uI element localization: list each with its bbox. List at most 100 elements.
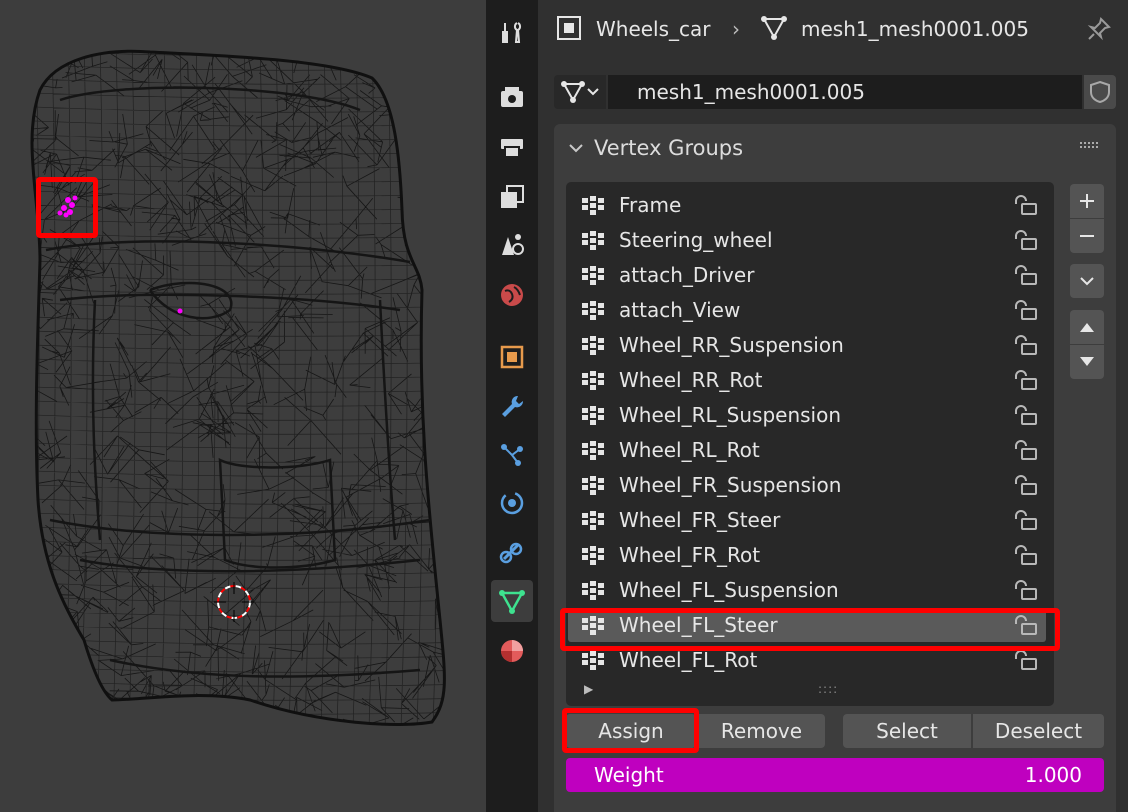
vertex-group-label: Wheel_FL_Steer — [619, 613, 778, 637]
specials-menu-button[interactable] — [1070, 264, 1104, 298]
vertex-group-icon — [582, 406, 604, 425]
vertex-group-label: attach_Driver — [619, 263, 755, 287]
vertex-group-label: Wheel_FR_Steer — [619, 508, 781, 532]
deselect-button[interactable]: Deselect — [973, 714, 1104, 748]
properties-tab-bar — [486, 0, 538, 812]
world-icon — [501, 284, 523, 306]
vertex-group-row[interactable]: Wheel_FL_Suspension — [568, 574, 1046, 607]
vertex-group-icon — [582, 616, 604, 635]
unlock-icon[interactable] — [1012, 370, 1038, 390]
vertex-group-row[interactable]: Steering_wheel — [568, 224, 1046, 257]
unlock-icon[interactable] — [1012, 510, 1038, 530]
unlock-icon[interactable] — [1012, 265, 1038, 285]
move-up-button[interactable] — [1070, 310, 1104, 344]
tab-object[interactable] — [491, 336, 533, 378]
pin-icon[interactable] — [1086, 16, 1112, 42]
vertex-group-label: Wheel_FL_Rot — [619, 648, 758, 672]
unlock-icon[interactable] — [1012, 335, 1038, 355]
vertex-group-icon — [582, 476, 604, 495]
physics-icon — [500, 491, 524, 515]
vertex-group-row[interactable]: Wheel_RL_Rot — [568, 434, 1046, 467]
vertex-group-icon — [582, 336, 604, 355]
vertex-group-label: Wheel_RR_Rot — [619, 368, 763, 392]
3d-viewport[interactable] — [0, 0, 486, 812]
unlock-icon[interactable] — [1012, 230, 1038, 250]
mesh-data-icon — [761, 16, 787, 40]
wrench-icon — [502, 395, 524, 417]
minus-icon — [1080, 235, 1094, 237]
tab-world[interactable] — [491, 274, 533, 316]
particles-icon — [501, 444, 523, 466]
vertex-group-row[interactable]: Wheel_FL_Steer — [568, 609, 1046, 642]
vertex-group-row[interactable]: Wheel_FR_Rot — [568, 539, 1046, 572]
remove-group-button[interactable] — [1070, 219, 1104, 253]
weight-slider[interactable]: Weight 1.000 — [566, 758, 1104, 792]
vertex-group-row[interactable]: Wheel_FR_Suspension — [568, 469, 1046, 502]
chevron-down-icon — [587, 88, 599, 96]
unlock-icon[interactable] — [1012, 545, 1038, 565]
unlock-icon[interactable] — [1012, 405, 1038, 425]
fake-user-button[interactable] — [1084, 75, 1116, 109]
filter-expand-icon[interactable]: ▶ — [584, 682, 593, 696]
unlock-icon[interactable] — [1012, 440, 1038, 460]
vertex-group-row[interactable]: attach_View — [568, 294, 1046, 327]
vertex-group-row[interactable]: Wheel_FR_Steer — [568, 504, 1046, 537]
vertex-group-label: Wheel_RR_Suspension — [619, 333, 844, 357]
unlock-icon[interactable] — [1012, 615, 1038, 635]
tab-data[interactable] — [491, 580, 533, 622]
constraints-icon — [499, 542, 523, 564]
vertex-group-icon — [582, 231, 604, 250]
tab-physics[interactable] — [491, 482, 533, 524]
material-icon — [501, 640, 523, 662]
triangle-down-icon — [1080, 357, 1094, 366]
tab-modifiers[interactable] — [491, 386, 533, 428]
vertex-group-label: Wheel_FR_Suspension — [619, 473, 842, 497]
vertex-group-icon — [582, 581, 604, 600]
panel-header[interactable]: Vertex Groups — [566, 134, 743, 162]
tab-material[interactable] — [491, 630, 533, 672]
vertex-group-row[interactable]: attach_Driver — [568, 259, 1046, 292]
move-down-button[interactable] — [1070, 345, 1104, 379]
tab-tool[interactable] — [491, 12, 533, 54]
chevron-down-icon — [1080, 277, 1094, 286]
unlock-icon[interactable] — [1012, 580, 1038, 600]
breadcrumb-object-name: Wheels_car — [596, 17, 711, 41]
vertex-group-row[interactable]: Wheel_RR_Rot — [568, 364, 1046, 397]
drag-handle-icon[interactable] — [1080, 142, 1100, 152]
vertex-group-list[interactable]: Frame Steering_wheel attach_Driver attach_V… — [566, 182, 1054, 706]
tab-constraints[interactable] — [491, 532, 533, 574]
assign-button[interactable]: Assign — [566, 714, 696, 748]
add-group-button[interactable] — [1070, 184, 1104, 218]
select-button[interactable]: Select — [843, 714, 971, 748]
panel-title: Vertex Groups — [594, 136, 744, 160]
wireframe-loops — [32, 51, 445, 725]
tab-output[interactable] — [491, 126, 533, 168]
weight-value: 1.000 — [1024, 763, 1082, 787]
vertex-group-row[interactable]: Wheel_RL_Suspension — [568, 399, 1046, 432]
list-resize-grip[interactable]: :::: — [818, 682, 838, 696]
unlock-icon[interactable] — [1012, 475, 1038, 495]
tab-scene[interactable] — [491, 224, 533, 266]
vertex-group-icon — [582, 301, 604, 320]
unlock-icon[interactable] — [1012, 195, 1038, 215]
remove-button[interactable]: Remove — [698, 714, 825, 748]
tab-render[interactable] — [491, 76, 533, 118]
vertex-group-row[interactable]: Wheel_FL_Rot — [568, 644, 1046, 677]
scene-icon — [502, 234, 524, 255]
browse-mesh-button[interactable] — [554, 75, 606, 109]
tab-view-layer[interactable] — [491, 176, 533, 218]
vertex-group-row[interactable]: Wheel_RR_Suspension — [568, 329, 1046, 362]
properties-editor: Wheels_car › mesh1_mesh0001.005 mesh1_me… — [538, 0, 1128, 812]
unlock-icon[interactable] — [1012, 650, 1038, 670]
render-icon — [501, 87, 523, 107]
mesh-name-field[interactable]: mesh1_mesh0001.005 — [608, 75, 1082, 109]
vertex-group-label: Wheel_RL_Rot — [619, 438, 760, 462]
vertex-group-row[interactable]: Frame — [568, 189, 1046, 222]
breadcrumb-mesh-name: mesh1_mesh0001.005 — [801, 17, 1029, 41]
triangle-up-icon — [1080, 323, 1094, 332]
vertex-group-label: attach_View — [619, 298, 741, 322]
tab-particles[interactable] — [491, 434, 533, 476]
breadcrumb: Wheels_car › mesh1_mesh0001.005 — [538, 0, 1128, 58]
vertex-group-label: Wheel_RL_Suspension — [619, 403, 842, 427]
unlock-icon[interactable] — [1012, 300, 1038, 320]
